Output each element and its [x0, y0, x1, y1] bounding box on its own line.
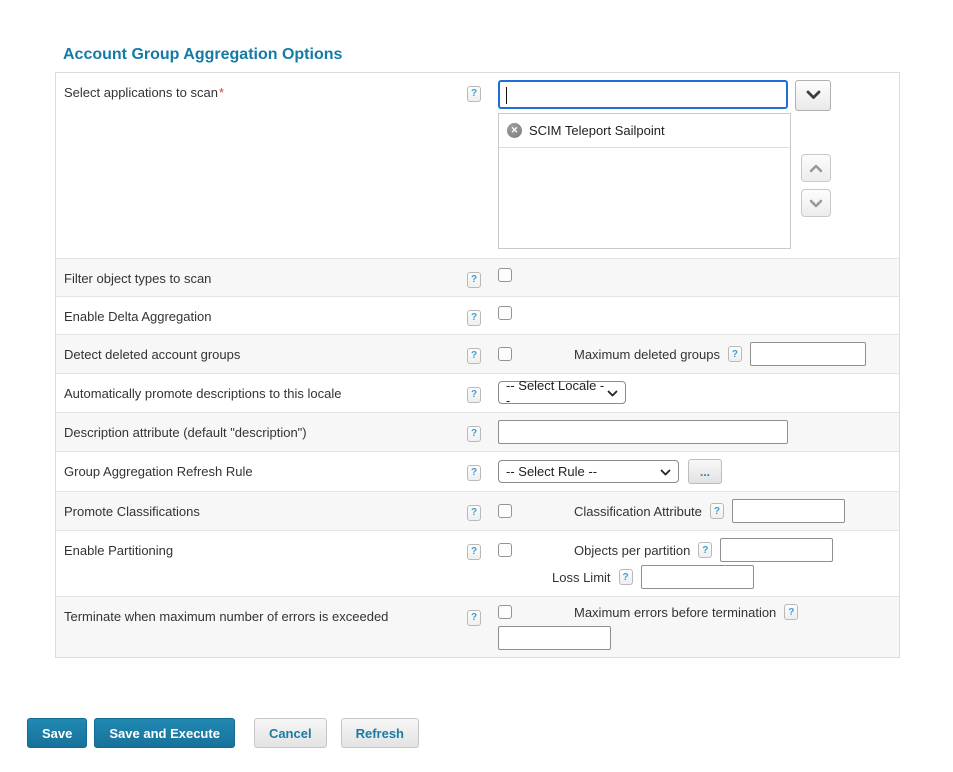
help-icon[interactable]: ? [698, 542, 712, 558]
help-icon[interactable]: ? [467, 505, 481, 521]
inline-label-objects-per-partition: Objects per partition [574, 543, 690, 558]
help-icon[interactable]: ? [467, 426, 481, 442]
refresh-rule-select-value: -- Select Rule -- [506, 464, 597, 479]
chevron-down-icon [806, 88, 821, 103]
help-icon[interactable]: ? [467, 387, 481, 403]
chevron-up-icon [809, 161, 823, 176]
help-icon[interactable]: ? [467, 348, 481, 364]
filter-object-types-checkbox[interactable] [498, 268, 512, 282]
promote-classifications-checkbox[interactable] [498, 504, 512, 518]
description-attribute-input[interactable] [498, 420, 788, 444]
remove-application-icon[interactable]: ✕ [507, 123, 522, 138]
row-filter-object-types: Filter object types to scan ? [56, 259, 899, 297]
help-icon[interactable]: ? [728, 346, 742, 362]
selected-applications-list[interactable]: ✕ SCIM Teleport Sailpoint [498, 113, 791, 249]
move-up-button[interactable] [801, 154, 831, 182]
row-label: Select applications to scan [64, 85, 218, 100]
terminate-on-errors-checkbox[interactable] [498, 605, 512, 619]
row-label: Description attribute (default "descript… [64, 425, 307, 440]
required-asterisk: * [219, 85, 224, 100]
save-and-execute-button[interactable]: Save and Execute [94, 718, 235, 748]
row-detect-deleted-groups: Detect deleted account groups ? Maximum … [56, 335, 899, 374]
refresh-button[interactable]: Refresh [341, 718, 419, 748]
enable-partitioning-checkbox[interactable] [498, 543, 512, 557]
chevron-down-icon [607, 385, 618, 400]
action-button-bar: Save Save and Execute Cancel Refresh [27, 718, 419, 748]
row-enable-partitioning: Enable Partitioning ? Objects per partit… [56, 531, 899, 597]
locale-select[interactable]: -- Select Locale -- [498, 381, 626, 404]
row-label: Promote Classifications [64, 504, 200, 519]
chevron-down-icon [809, 196, 823, 211]
application-dropdown-button[interactable] [795, 80, 831, 111]
detect-deleted-groups-checkbox[interactable] [498, 347, 512, 361]
cancel-button[interactable]: Cancel [254, 718, 327, 748]
maximum-deleted-groups-input[interactable] [750, 342, 866, 366]
help-icon[interactable]: ? [467, 86, 481, 102]
enable-delta-aggregation-checkbox[interactable] [498, 306, 512, 320]
save-button[interactable]: Save [27, 718, 87, 748]
row-promote-classifications: Promote Classifications ? Classification… [56, 492, 899, 531]
row-label: Filter object types to scan [64, 271, 211, 286]
row-label: Enable Partitioning [64, 543, 173, 558]
help-icon[interactable]: ? [467, 544, 481, 560]
row-label: Automatically promote descriptions to th… [64, 386, 341, 401]
help-icon[interactable]: ? [467, 272, 481, 288]
application-search-field [498, 80, 788, 109]
application-search-input[interactable] [500, 82, 786, 107]
help-icon[interactable]: ? [784, 604, 798, 620]
classification-attribute-input[interactable] [732, 499, 845, 523]
help-icon[interactable]: ? [467, 310, 481, 326]
help-icon[interactable]: ? [467, 465, 481, 481]
row-promote-descriptions-locale: Automatically promote descriptions to th… [56, 374, 899, 413]
row-description-attribute: Description attribute (default "descript… [56, 413, 899, 452]
help-icon[interactable]: ? [619, 569, 633, 585]
list-item[interactable]: ✕ SCIM Teleport Sailpoint [499, 114, 790, 148]
options-table: Select applications to scan* ? ✕ [55, 72, 900, 658]
application-name: SCIM Teleport Sailpoint [529, 123, 665, 138]
row-label: Enable Delta Aggregation [64, 309, 211, 324]
objects-per-partition-input[interactable] [720, 538, 833, 562]
row-enable-delta-aggregation: Enable Delta Aggregation ? [56, 297, 899, 335]
inline-label-loss-limit: Loss Limit [552, 570, 611, 585]
row-select-applications: Select applications to scan* ? ✕ [56, 73, 899, 259]
row-refresh-rule: Group Aggregation Refresh Rule ? -- Sele… [56, 452, 899, 492]
move-down-button[interactable] [801, 189, 831, 217]
loss-limit-input[interactable] [641, 565, 754, 589]
browse-rule-button[interactable]: ... [688, 459, 722, 484]
page-title: Account Group Aggregation Options [63, 46, 342, 64]
row-label: Group Aggregation Refresh Rule [64, 464, 253, 479]
account-group-aggregation-page: Account Group Aggregation Options Select… [0, 0, 953, 772]
row-terminate-on-errors: Terminate when maximum number of errors … [56, 597, 899, 657]
inline-label-maximum-errors: Maximum errors before termination [574, 605, 776, 620]
maximum-errors-input[interactable] [498, 626, 611, 650]
chevron-down-icon [660, 464, 671, 479]
help-icon[interactable]: ? [710, 503, 724, 519]
inline-label-maximum-deleted-groups: Maximum deleted groups [574, 347, 720, 362]
locale-select-value: -- Select Locale -- [506, 378, 607, 408]
inline-label-classification-attribute: Classification Attribute [574, 504, 702, 519]
row-label: Detect deleted account groups [64, 347, 240, 362]
refresh-rule-select[interactable]: -- Select Rule -- [498, 460, 679, 483]
text-caret [506, 87, 507, 104]
help-icon[interactable]: ? [467, 610, 481, 626]
row-label: Terminate when maximum number of errors … [64, 609, 388, 624]
